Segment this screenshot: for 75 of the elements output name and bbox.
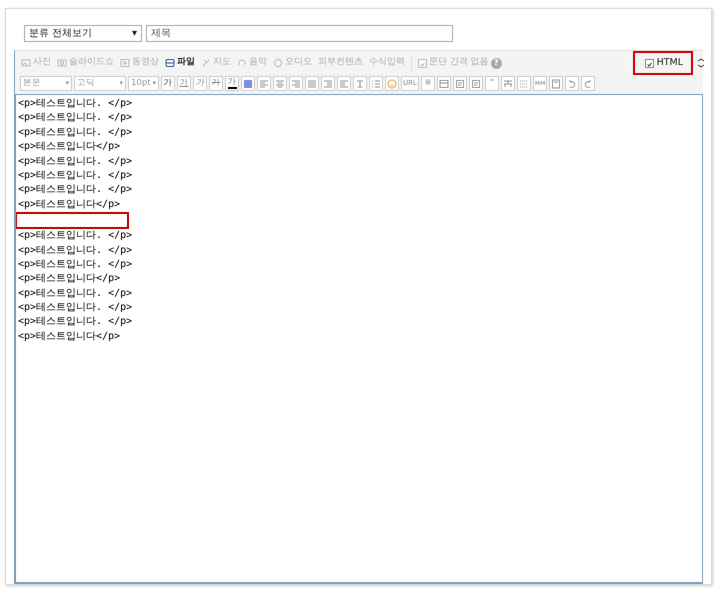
code-line: <p>테스트입니다. </p> xyxy=(18,258,134,272)
code-line: <p>테스트입니다. </p> xyxy=(18,229,134,244)
code-line: <p>테스트입니다</p> xyxy=(18,140,122,154)
headphones-icon xyxy=(237,58,247,68)
align-left-icon xyxy=(259,78,269,88)
align-center-icon xyxy=(275,78,285,88)
format-button[interactable] xyxy=(353,76,367,91)
format-button[interactable]: ※ xyxy=(420,76,435,91)
pin-icon xyxy=(201,58,211,68)
html-checkbox[interactable] xyxy=(644,58,654,68)
line-height-icon xyxy=(355,78,365,88)
format-button[interactable] xyxy=(241,76,255,91)
code-line: <p>테스트입니다. </p> xyxy=(18,301,134,316)
slides-icon xyxy=(57,58,67,68)
undo-icon xyxy=(567,78,578,88)
insert-button[interactable]: 파일 xyxy=(165,56,195,70)
code-line: <p>테스트입니다. </p> xyxy=(18,111,134,126)
format-button[interactable]: 가 xyxy=(177,76,191,91)
format-button[interactable] xyxy=(549,76,564,91)
code-line: <p>테스트입니다</p> xyxy=(18,272,122,286)
circle-icon xyxy=(273,58,283,68)
format-button[interactable] xyxy=(369,76,383,91)
document-icon xyxy=(551,78,562,88)
image-icon xyxy=(21,58,31,68)
dotted-lines-icon xyxy=(518,78,529,88)
format-button[interactable] xyxy=(500,76,515,91)
align-justify-icon xyxy=(307,78,317,88)
paragraph-spacing-label: 문단 간격 없음 xyxy=(429,56,489,70)
expand-icon xyxy=(697,58,705,68)
format-button[interactable] xyxy=(257,76,271,91)
format-button[interactable] xyxy=(289,76,303,91)
code-line: <p>테스트입니다</p> xyxy=(18,198,122,212)
format-button[interactable] xyxy=(273,76,287,91)
indent-icon xyxy=(323,78,333,88)
code-line: <p>테스트입니다. </p> xyxy=(18,97,134,111)
category-select[interactable]: 분류 전체보기 ▾ xyxy=(24,25,142,42)
format-button[interactable] xyxy=(337,76,351,91)
html-source-editor[interactable] xyxy=(14,95,703,584)
format-button[interactable]: “ xyxy=(484,76,499,91)
code-line: <p>테스트입니다. </p> xyxy=(18,315,134,330)
redo-icon xyxy=(583,78,594,88)
format-button[interactable]: 가 xyxy=(161,76,175,91)
box-icon xyxy=(454,78,465,88)
table-icon xyxy=(438,78,449,88)
fill-icon xyxy=(243,78,253,88)
format-button[interactable] xyxy=(452,76,467,91)
grid-icon xyxy=(502,78,513,88)
code-line: <p>테스트입니다. </p> xyxy=(18,126,134,140)
format-button[interactable]: 가 xyxy=(225,76,239,91)
code-line: <p>테스트입니다. </p> xyxy=(18,168,134,183)
format-button[interactable] xyxy=(468,76,483,91)
code-line: <p>테스트입니다. </p> xyxy=(18,183,134,198)
format-button[interactable] xyxy=(516,76,531,91)
box-icon xyxy=(470,78,481,88)
list-icon xyxy=(371,78,381,88)
format-button[interactable] xyxy=(565,76,580,91)
play-icon xyxy=(120,58,130,68)
code-line: <p>테스트입니다. </p> xyxy=(18,244,134,258)
code-line: <p>테스트입니다. </p> xyxy=(18,286,134,301)
title-field[interactable]: 제목 xyxy=(146,25,453,42)
code-line: <p>테스트입니다</p> xyxy=(18,330,122,344)
html-label[interactable]: HTML xyxy=(656,56,683,70)
format-button[interactable] xyxy=(581,76,596,91)
caret-icon: ▾ xyxy=(132,26,137,41)
format-button[interactable]: 가 xyxy=(193,76,207,91)
format-button[interactable] xyxy=(305,76,319,91)
format-button[interactable] xyxy=(436,76,451,91)
align-right-icon xyxy=(291,78,301,88)
format-button[interactable]: 가 xyxy=(209,76,223,91)
format-button[interactable] xyxy=(385,76,399,91)
help-icon: ? xyxy=(490,58,502,68)
code-line: <p>테스트입니다. </p> xyxy=(18,154,134,169)
format-button[interactable] xyxy=(321,76,335,91)
smiley-icon xyxy=(387,78,397,88)
outdent-icon xyxy=(339,78,349,88)
